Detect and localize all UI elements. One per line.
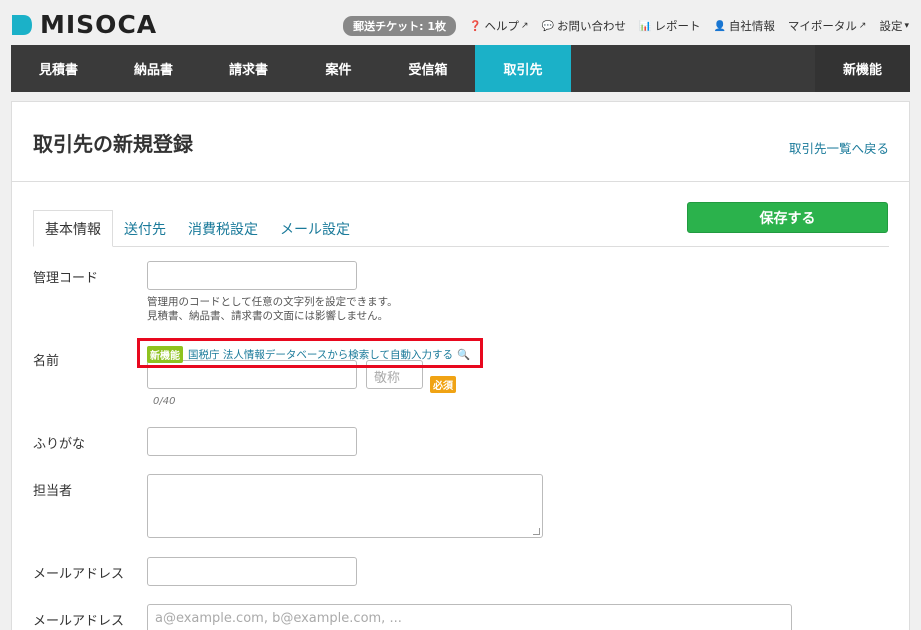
management-code-help-1: 管理用のコードとして任意の文字列を設定できます。 [147, 296, 398, 308]
management-code-input[interactable] [147, 261, 357, 290]
help-link[interactable]: ❓ ヘルプ ↗ [469, 18, 529, 34]
name-char-counter: 0/40 [153, 396, 176, 407]
back-to-client-list-link[interactable]: 取引先一覧へ戻る [789, 138, 889, 157]
my-portal-link[interactable]: マイポータル ↗ [788, 18, 867, 34]
search-icon: 🔍 [457, 349, 471, 361]
tab-mail-settings[interactable]: メール設定 [269, 210, 361, 247]
card-header: 取引先の新規登録 取引先一覧へ戻る [12, 102, 909, 182]
nav-item-clients[interactable]: 取引先 [475, 45, 571, 92]
new-feature-badge: 新機能 [147, 346, 183, 363]
corporate-db-search-link[interactable]: 新機能 国税庁 法人情報データベースから検索して自動入力する 🔍 [147, 346, 470, 363]
management-code-label: 管理コード [33, 271, 99, 286]
nav-item-invoices[interactable]: 請求書 [201, 45, 296, 92]
top-bar: MISOCA 郵送チケット: 1枚 ❓ ヘルプ ↗ 💬 お問い合わせ 📊 レポート 👤 自… [0, 0, 921, 45]
nav-item-new-features[interactable]: 新機能 [815, 45, 910, 92]
email-cc-label: メールアドレス [33, 614, 125, 629]
question-circle-icon: ❓ [469, 20, 482, 32]
nav-item-delivery-notes[interactable]: 納品書 [106, 45, 201, 92]
email-input[interactable] [147, 557, 357, 586]
corporate-db-search-text: 国税庁 法人情報データベースから検索して自動入力する [188, 349, 453, 361]
email-cc-input[interactable]: a@example.com, b@example.com, ... [147, 604, 792, 630]
speech-bubble-icon: 💬 [541, 20, 555, 32]
client-form-card: 取引先の新規登録 取引先一覧へ戻る 基本情報 送付先 消費税設定 メール設定 保… [11, 101, 910, 630]
report-link[interactable]: 📊 レポート [639, 18, 700, 34]
management-code-help-2: 見積書、納品書、請求書の文面には影響しません。 [147, 310, 389, 322]
company-info-link[interactable]: 👤 自社情報 [713, 18, 774, 34]
external-link-icon: ↗ [858, 21, 867, 31]
nav-item-estimates[interactable]: 見積書 [11, 45, 106, 92]
mail-ticket-badge[interactable]: 郵送チケット: 1枚 [343, 16, 457, 36]
external-link-icon: ↗ [521, 21, 529, 31]
contact-person-textarea[interactable] [147, 474, 543, 538]
page-title: 取引先の新規登録 [33, 132, 193, 156]
nav-item-inbox[interactable]: 受信箱 [381, 45, 475, 92]
user-icon: 👤 [713, 20, 726, 32]
utility-nav: 郵送チケット: 1枚 ❓ ヘルプ ↗ 💬 お問い合わせ 📊 レポート 👤 自社情報 マイポ… [330, 16, 909, 36]
furigana-label: ふりがな [33, 437, 86, 452]
contact-person-label: 担当者 [33, 484, 73, 499]
email-label: メールアドレス [33, 567, 125, 582]
logo-mark-icon [12, 14, 32, 35]
furigana-input[interactable] [147, 427, 357, 456]
name-label: 名前 [33, 354, 60, 369]
main-nav: 見積書 納品書 請求書 案件 受信箱 取引先 新機能 [11, 45, 910, 92]
tab-basic-info[interactable]: 基本情報 [33, 210, 113, 247]
caret-down-icon: ▾ [904, 21, 909, 31]
contact-link[interactable]: 💬 お問い合わせ [542, 18, 626, 34]
tab-delivery-address[interactable]: 送付先 [113, 210, 177, 247]
resize-handle-icon[interactable] [533, 528, 540, 535]
bar-chart-icon: 📊 [639, 20, 652, 32]
logo[interactable]: MISOCA [12, 10, 157, 39]
nav-item-projects[interactable]: 案件 [296, 45, 381, 92]
required-badge: 必須 [430, 376, 456, 393]
logo-text: MISOCA [40, 10, 158, 39]
settings-dropdown[interactable]: 設定 ▾ [879, 18, 909, 34]
save-button[interactable]: 保存する [687, 202, 888, 233]
tab-tax-settings[interactable]: 消費税設定 [177, 210, 269, 247]
